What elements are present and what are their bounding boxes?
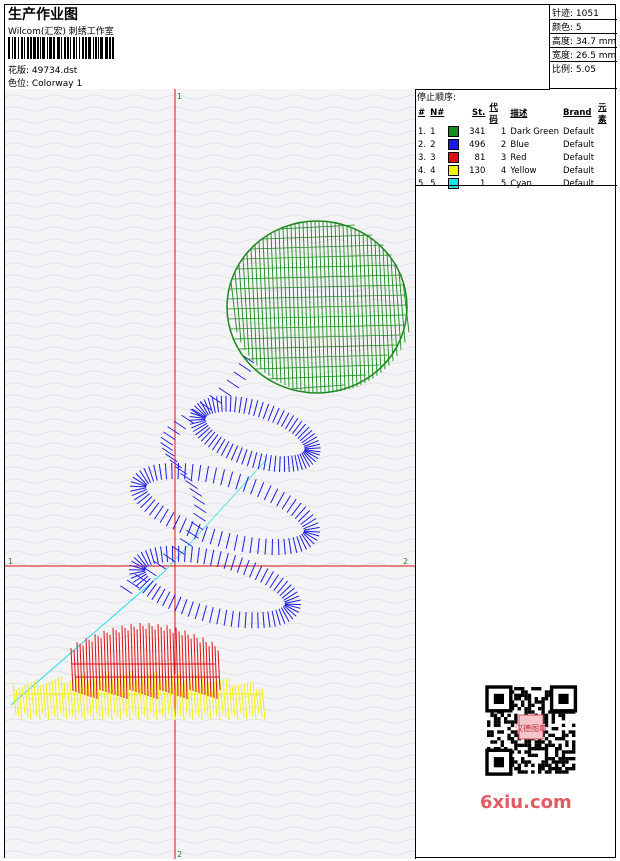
needle-number: 3	[430, 152, 436, 163]
axis-label-bottom: 2	[177, 850, 182, 859]
table-row: 1. 1 341 1 Dark Green Default	[416, 125, 617, 138]
thread-brand: Default	[562, 139, 595, 150]
qr-code: 汉德图章	[475, 685, 587, 777]
color-description: Yellow	[510, 165, 537, 176]
row-index: 4.	[418, 165, 427, 176]
needle-number: 4	[430, 165, 436, 176]
col-header: 元素	[598, 103, 607, 125]
axis-label-right: 2	[403, 557, 408, 566]
stop-sequence-panel: 停止顺序: # N# St. 代码 描述 Brand 元素 1. 1 341 1 Dar…	[415, 89, 617, 859]
color-swatch	[448, 178, 460, 189]
color-description: Dark Green	[510, 126, 559, 137]
table-row: 3. 3 81 3 Red Default	[416, 151, 617, 164]
needle-number: 2	[430, 139, 436, 150]
axis-label-left: 1	[8, 557, 13, 566]
stitch-count: 496	[469, 140, 486, 150]
color-swatch	[448, 165, 460, 176]
sheet-title: 生产作业图	[8, 7, 78, 23]
stat-height: 高度: 34.7 mm	[552, 37, 617, 47]
col-header: 描述	[510, 109, 528, 119]
color-swatch	[448, 139, 460, 150]
design-stats: 针迹: 1051 颜色: 5 高度: 34.7 mm 宽度: 26.5 mm 比…	[549, 5, 617, 89]
row-index: 3.	[418, 152, 427, 163]
color-code: 3	[500, 152, 507, 163]
needle-number: 1	[430, 126, 436, 137]
color-description: Cyan	[510, 178, 532, 189]
color-code: 4	[500, 165, 507, 176]
color-swatch	[448, 126, 460, 137]
row-index: 5.	[418, 178, 427, 189]
studio-name: Wilcom(汇宏) 刺绣工作室	[8, 27, 114, 37]
color-code: 5	[500, 178, 507, 189]
col-header: 代码	[489, 103, 498, 125]
header-info: 生产作业图 Wilcom(汇宏) 刺绣工作室 花版: 49734.dst 色位:…	[5, 5, 550, 90]
stitch-count: 81	[474, 153, 486, 163]
thread-brand: Default	[562, 178, 595, 189]
design-canvas[interactable]: 1 2 1 2	[5, 89, 416, 859]
col-header: Brand	[562, 108, 592, 118]
needle-number: 5	[430, 178, 436, 189]
table-row: 5. 5 1 5 Cyan Default	[416, 177, 617, 190]
table-row: 4. 4 130 4 Yellow Default	[416, 164, 617, 177]
stat-width: 宽度: 26.5 mm	[552, 51, 617, 61]
seal-text: 汉德图章	[515, 723, 547, 733]
stop-sequence-table: # N# St. 代码 描述 Brand 元素 1. 1 341 1 Dark Gree…	[416, 101, 617, 190]
col-header: St.	[471, 108, 486, 118]
colorway-label: 色位: Colorway 1	[8, 79, 83, 89]
color-swatch	[448, 152, 460, 163]
color-code: 2	[500, 139, 507, 150]
stat-stitches: 针迹: 1051	[552, 9, 599, 19]
stitch-count: 341	[469, 127, 486, 137]
stat-colors: 颜色: 5	[552, 23, 582, 33]
color-code: 1	[500, 126, 507, 137]
col-header: N#	[430, 108, 445, 118]
thread-brand: Default	[562, 126, 595, 137]
table-header-row: # N# St. 代码 描述 Brand 元素	[416, 101, 617, 125]
table-row: 2. 2 496 2 Blue Default	[416, 138, 617, 151]
row-index: 2.	[418, 139, 427, 150]
watermark-brand: 6xiu.com	[480, 792, 572, 813]
stitch-count: 1	[479, 179, 486, 189]
production-sheet: 生产作业图 Wilcom(汇宏) 刺绣工作室 花版: 49734.dst 色位:…	[4, 4, 617, 859]
thread-brand: Default	[562, 165, 595, 176]
design-file-label: 花版: 49734.dst	[8, 66, 78, 76]
axis-label-top: 1	[177, 92, 182, 101]
color-description: Red	[510, 152, 527, 163]
barcode	[8, 37, 114, 59]
stitch-count: 130	[469, 166, 486, 176]
embroidery-preview: 1 2 1 2	[5, 89, 415, 859]
row-index: 1.	[418, 126, 427, 137]
thread-brand: Default	[562, 152, 595, 163]
stat-scale: 比例: 5.05	[552, 65, 596, 75]
color-description: Blue	[510, 139, 530, 150]
col-header: #	[418, 108, 426, 118]
